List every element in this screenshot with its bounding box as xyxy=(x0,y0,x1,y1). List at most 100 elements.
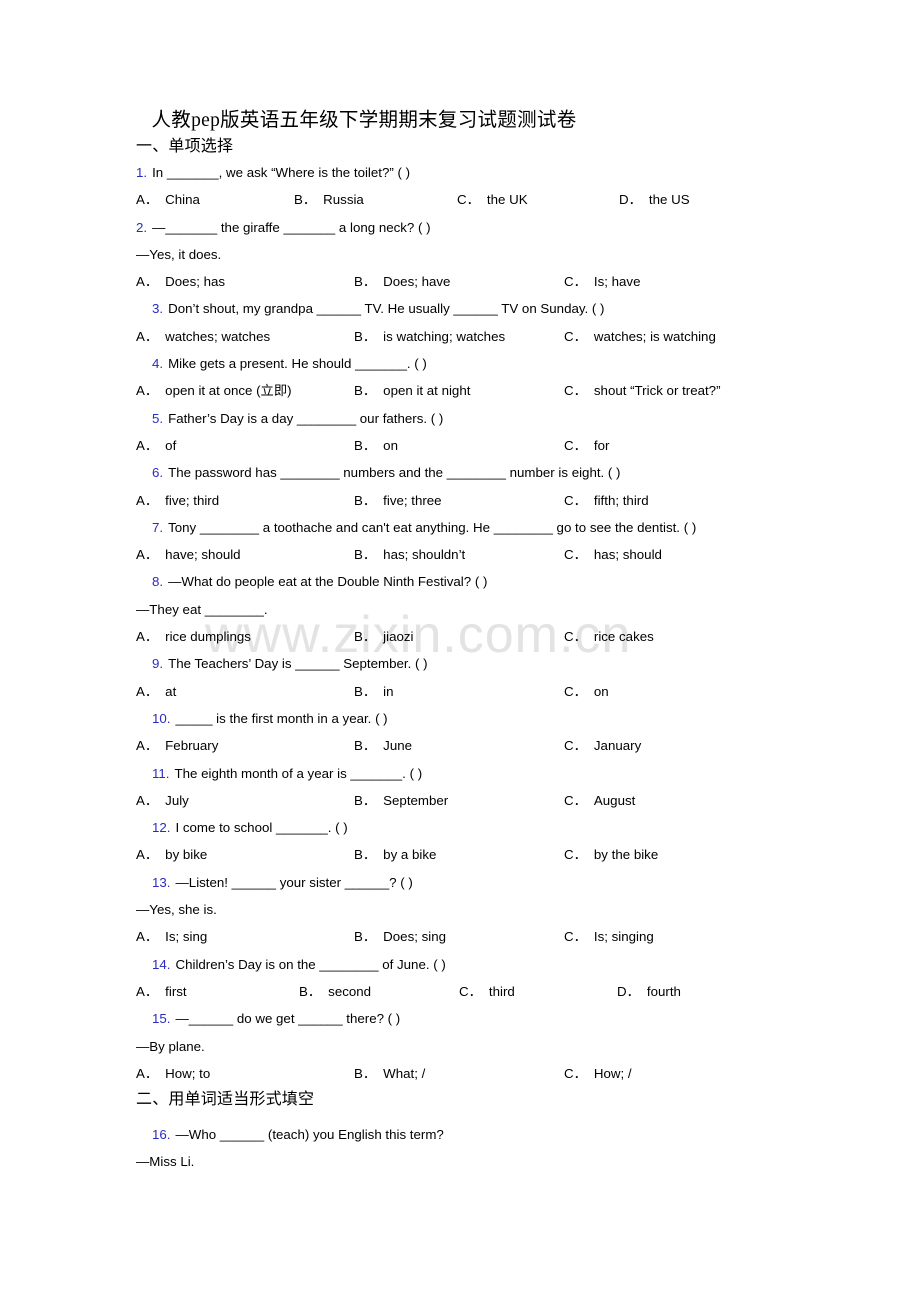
question-text-11: The eighth month of a year is _______. (… xyxy=(174,765,423,781)
question-number-14: 14. xyxy=(152,956,171,972)
question-text-16: —Who ______ (teach) you English this ter… xyxy=(175,1127,444,1143)
option-3-b[interactable]: B． is watching; watches xyxy=(354,323,505,350)
option-5-c[interactable]: C． for xyxy=(564,432,609,459)
option-4-b[interactable]: B． open it at night xyxy=(354,377,470,404)
question-stem-4: 4. Mike gets a present. He should _______… xyxy=(0,350,920,377)
option-row-14: A． first B． second C． third D． fourth xyxy=(0,978,920,1005)
question-number-8: 8. xyxy=(152,574,164,590)
option-1-c[interactable]: C． the UK xyxy=(457,186,528,213)
option-14-d[interactable]: D． fourth xyxy=(617,978,681,1005)
option-6-a[interactable]: A． five; third xyxy=(136,487,219,514)
option-12-b[interactable]: B． by a bike xyxy=(354,841,436,868)
question-number-7: 7. xyxy=(152,519,164,535)
option-14-b[interactable]: B． second xyxy=(299,978,371,1005)
option-8-c[interactable]: C． rice cakes xyxy=(564,623,654,650)
option-14-c[interactable]: C． third xyxy=(459,978,515,1005)
question-number-5: 5. xyxy=(152,410,164,426)
option-11-a[interactable]: A． July xyxy=(136,787,189,814)
question-text-5: Father’s Day is a day ________ our fathe… xyxy=(168,410,444,426)
option-row-11: A． July B． September C． August xyxy=(0,787,920,814)
question-text-12: I come to school _______. ( ) xyxy=(175,820,348,836)
document-page: www.zixin.com.cn 人教pep版英语五年级下学期期末复习试题测试卷… xyxy=(0,0,920,1302)
question-stem-7: 7. Tony ________ a toothache and can't ea… xyxy=(0,514,920,541)
option-8-a[interactable]: A． rice dumplings xyxy=(136,623,251,650)
question-stem-6: 6. The password has ________ numbers and … xyxy=(0,459,920,486)
option-10-a[interactable]: A． February xyxy=(136,732,218,759)
option-row-8: A． rice dumplings B． jiaozi C． rice cakes xyxy=(0,623,920,650)
option-3-c[interactable]: C． watches; is watching xyxy=(564,323,716,350)
option-5-b[interactable]: B． on xyxy=(354,432,398,459)
option-1-b[interactable]: B． Russia xyxy=(294,186,364,213)
question-number-10: 10. xyxy=(152,710,171,726)
option-1-a[interactable]: A． China xyxy=(136,186,200,213)
question-stem-2: 2. —_______ the giraffe _______ a long ne… xyxy=(0,214,920,241)
document-content: 人教pep版英语五年级下学期期末复习试题测试卷 一、单项选择 1. In ____… xyxy=(0,0,920,1176)
option-10-b[interactable]: B． June xyxy=(354,732,412,759)
option-11-b[interactable]: B． September xyxy=(354,787,448,814)
question-stem-12: 12. I come to school _______. ( ) xyxy=(0,814,920,841)
option-2-c[interactable]: C． Is; have xyxy=(564,268,640,295)
option-6-c[interactable]: C． fifth; third xyxy=(564,487,649,514)
section-heading-1: 一、单项选择 xyxy=(136,138,234,155)
question-text-6: The password has ________ numbers and th… xyxy=(168,465,621,481)
option-9-b[interactable]: B． in xyxy=(354,678,394,705)
question-stem-10: 10. _____ is the first month in a year. (… xyxy=(0,705,920,732)
option-13-a[interactable]: A． Is; sing xyxy=(136,923,207,950)
question-number-12: 12. xyxy=(152,820,171,836)
option-9-a[interactable]: A． at xyxy=(136,678,176,705)
question-text-3: Don’t shout, my grandpa ______ TV. He us… xyxy=(168,301,605,317)
option-row-13: A． Is; sing B． Does; sing C． Is; singing xyxy=(0,923,920,950)
question-text-8: —What do people eat at the Double Ninth … xyxy=(168,574,488,590)
question-stem-11: 11. The eighth month of a year is _______… xyxy=(0,760,920,787)
option-3-a[interactable]: A． watches; watches xyxy=(136,323,270,350)
question-reply-8: —They eat ________. xyxy=(136,601,268,617)
option-7-b[interactable]: B． has; shouldn’t xyxy=(354,541,465,568)
option-row-15: A． How; to B． What; / C． How; / xyxy=(0,1060,920,1087)
option-row-9: A． at B． in C． on xyxy=(0,678,920,705)
option-4-a[interactable]: A． open it at once (立即) xyxy=(136,377,292,404)
question-stem-9: 9. The Teachers’ Day is ______ September.… xyxy=(0,650,920,677)
question-number-2: 2. xyxy=(136,219,148,235)
question-text-15: —______ do we get ______ there? ( ) xyxy=(175,1011,401,1027)
option-13-c[interactable]: C． Is; singing xyxy=(564,923,654,950)
option-7-c[interactable]: C． has; should xyxy=(564,541,662,568)
option-7-a[interactable]: A． have; should xyxy=(136,541,241,568)
question-stem-5: 5. Father’s Day is a day ________ our fat… xyxy=(0,405,920,432)
option-2-a[interactable]: A． Does; has xyxy=(136,268,225,295)
option-row-6: A． five; third B． five; three C． fifth; thi… xyxy=(0,487,920,514)
option-15-c[interactable]: C． How; / xyxy=(564,1060,632,1087)
question-stem-3: 3. Don’t shout, my grandpa ______ TV. He … xyxy=(0,295,920,322)
question-number-3: 3. xyxy=(152,301,164,317)
question-stem-14: 14. Children’s Day is on the ________ of … xyxy=(0,951,920,978)
question-number-13: 13. xyxy=(152,874,171,890)
question-text-14: Children’s Day is on the ________ of Jun… xyxy=(175,956,446,972)
option-14-a[interactable]: A． first xyxy=(136,978,187,1005)
option-11-c[interactable]: C． August xyxy=(564,787,635,814)
option-4-c[interactable]: C． shout “Trick or treat?” xyxy=(564,377,721,404)
option-2-b[interactable]: B． Does; have xyxy=(354,268,450,295)
question-reply-16: —Miss Li. xyxy=(136,1154,195,1170)
section-heading-2: 二、用单词适当形式填空 xyxy=(136,1091,315,1109)
option-5-a[interactable]: A． of xyxy=(136,432,176,459)
option-row-1: A． China B． Russia C． the UK D． the US xyxy=(0,186,920,213)
option-15-a[interactable]: A． How; to xyxy=(136,1060,210,1087)
option-12-a[interactable]: A． by bike xyxy=(136,841,207,868)
option-6-b[interactable]: B． five; three xyxy=(354,487,442,514)
option-10-c[interactable]: C． January xyxy=(564,732,641,759)
option-15-b[interactable]: B． What; / xyxy=(354,1060,425,1087)
question-stem-1: 1. In _______, we ask “Where is the toile… xyxy=(0,159,920,186)
question-number-9: 9. xyxy=(152,656,164,672)
question-reply-13: —Yes, she is. xyxy=(136,902,217,918)
question-reply-15: —By plane. xyxy=(136,1038,205,1054)
option-row-3: A． watches; watches B． is watching; watche… xyxy=(0,323,920,350)
option-row-5: A． of B． on C． for xyxy=(0,432,920,459)
option-12-c[interactable]: C． by the bike xyxy=(564,841,658,868)
question-number-15: 15. xyxy=(152,1011,171,1027)
option-1-d[interactable]: D． the US xyxy=(619,186,690,213)
option-8-b[interactable]: B． jiaozi xyxy=(354,623,413,650)
question-text-2: —_______ the giraffe _______ a long neck… xyxy=(152,219,431,235)
question-number-11: 11. xyxy=(152,765,170,781)
option-13-b[interactable]: B． Does; sing xyxy=(354,923,446,950)
option-9-c[interactable]: C． on xyxy=(564,678,609,705)
question-text-10: _____ is the first month in a year. ( ) xyxy=(175,710,388,726)
